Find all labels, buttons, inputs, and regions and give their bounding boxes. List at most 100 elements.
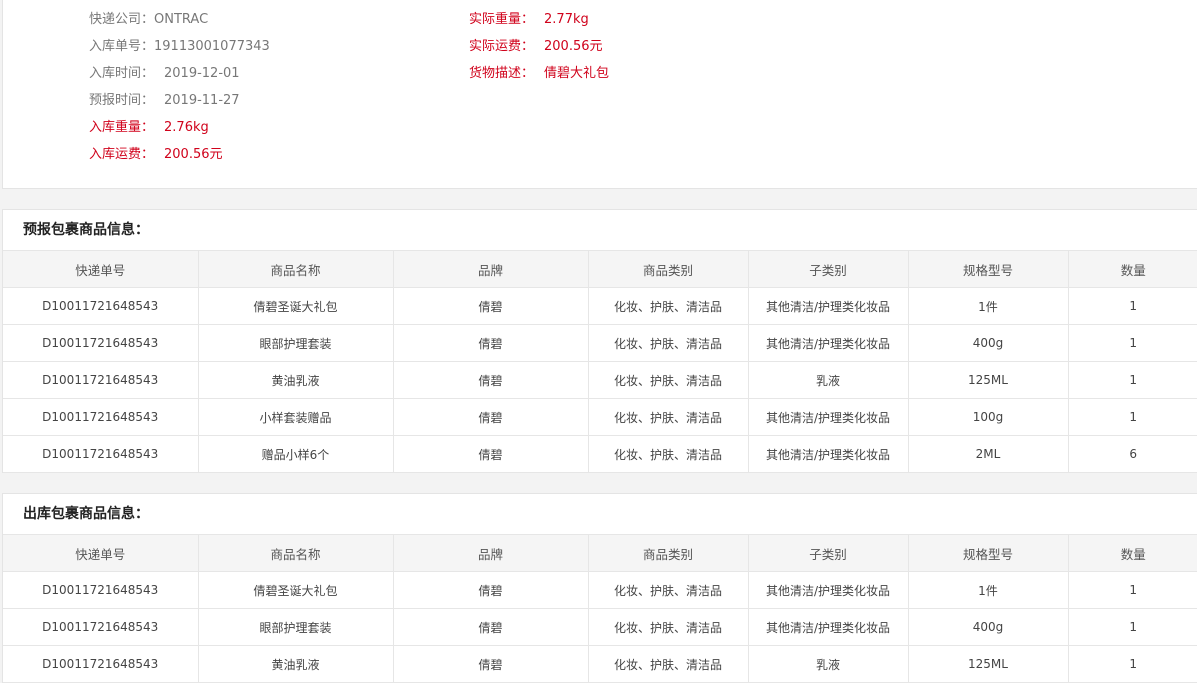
table-cell: 乳液 [747,361,909,399]
table-row: D10011721648543 黄油乳液 倩碧 化妆、护肤、清洁品 乳液 125ML 1 [3,361,1197,399]
table-cell: 400g [907,608,1069,646]
column-header: 商品类别 [587,534,749,572]
table-cell: 1 [1067,398,1197,436]
table-cell: D10011721648543 [3,324,199,362]
table-cell: 2ML [907,435,1069,473]
table-cell: 眼部护理套装 [197,608,394,646]
table-cell: 化妆、护肤、清洁品 [587,645,749,683]
column-header: 品牌 [392,250,589,288]
table-cell: 眼部护理套装 [197,324,394,362]
goods-description-label: 货物描述： [469,66,535,81]
table-row: D10011721648543 眼部护理套装 倩碧 化妆、护肤、清洁品 其他清洁/护理类… [3,608,1197,646]
inbound-time-value: 2019-12-01 [164,66,240,81]
actual-weight-value: 2.77kg [544,12,589,27]
column-header: 数量 [1067,250,1197,288]
table-cell: 化妆、护肤、清洁品 [587,608,749,646]
goods-description-value: 倩碧大礼包 [544,66,610,81]
table-cell: 倩碧 [392,435,589,473]
column-header: 规格型号 [907,250,1069,288]
table-cell: 黄油乳液 [197,645,394,683]
table-cell: 其他清洁/护理类化妆品 [747,324,909,362]
table-cell: D10011721648543 [3,287,199,325]
goods-description-field: 货物描述： 倩碧大礼包 [469,65,609,83]
column-header: 快递单号 [3,250,199,288]
table-cell: 1 [1067,571,1197,609]
column-header: 商品名称 [197,534,394,572]
inbound-weight-label: 入库重量： [89,120,155,135]
courier-company-value: ONTRAC [154,12,209,27]
table-cell: 其他清洁/护理类化妆品 [747,608,909,646]
inbound-fee-field: 入库运费： 200.56元 [89,146,223,164]
column-header: 子类别 [747,250,909,288]
forecast-time-label: 预报时间： [89,93,155,108]
table-cell: 倩碧 [392,608,589,646]
table-cell: 倩碧圣诞大礼包 [197,287,394,325]
table-cell: 倩碧 [392,324,589,362]
table-cell: 倩碧 [392,361,589,399]
table-cell: 1件 [907,571,1069,609]
forecast-time-field: 预报时间： 2019-11-27 [89,92,240,110]
table-cell: 其他清洁/护理类化妆品 [747,571,909,609]
table-cell: 化妆、护肤、清洁品 [587,398,749,436]
table-header-row: 快递单号 商品名称 品牌 商品类别 子类别 规格型号 数量 [3,250,1197,288]
actual-fee-label: 实际运费： [469,39,535,54]
inbound-number-field: 入库单号：19113001077343 [89,38,270,56]
table-cell: 1 [1067,287,1197,325]
outbound-items-panel: 出库包裹商品信息： 快递单号 商品名称 品牌 商品类别 子类别 规格型号 数量 D100117… [2,493,1197,683]
table-cell: D10011721648543 [3,398,199,436]
outbound-section-title: 出库包裹商品信息： [23,506,149,522]
table-cell: 其他清洁/护理类化妆品 [747,398,909,436]
table-cell: 其他清洁/护理类化妆品 [747,435,909,473]
table-cell: 乳液 [747,645,909,683]
table-cell: 1 [1067,361,1197,399]
outbound-items-table: 快递单号 商品名称 品牌 商品类别 子类别 规格型号 数量 D10011721648543 倩碧… [3,534,1197,683]
inbound-weight-field: 入库重量： 2.76kg [89,119,209,137]
table-cell: 1 [1067,608,1197,646]
table-cell: D10011721648543 [3,435,199,473]
predicted-items-table: 快递单号 商品名称 品牌 商品类别 子类别 规格型号 数量 D10011721648543 倩碧… [3,250,1197,473]
table-row: D10011721648543 赠品小样6个 倩碧 化妆、护肤、清洁品 其他清洁/护理类… [3,435,1197,473]
actual-fee-value: 200.56元 [544,39,603,54]
table-cell: 倩碧 [392,398,589,436]
inbound-number-label: 入库单号： [89,39,155,54]
table-cell: 400g [907,324,1069,362]
predicted-items-panel: 预报包裹商品信息： 快递单号 商品名称 品牌 商品类别 子类别 规格型号 数量 D100117… [2,209,1197,473]
inbound-time-label: 入库时间： [89,66,155,81]
column-header: 数量 [1067,534,1197,572]
table-cell: D10011721648543 [3,608,199,646]
predicted-section-title: 预报包裹商品信息： [23,222,149,238]
actual-weight-label: 实际重量： [469,12,535,27]
table-cell: 化妆、护肤、清洁品 [587,435,749,473]
table-cell: 125ML [907,645,1069,683]
courier-company-label: 快递公司： [89,12,155,27]
waybill-info-panel: 快递公司：ONTRAC 入库单号：19113001077343 入库时间： 2019-… [2,0,1197,189]
table-cell: 倩碧 [392,645,589,683]
courier-company-field: 快递公司：ONTRAC [89,11,208,29]
table-cell: 化妆、护肤、清洁品 [587,361,749,399]
table-cell: 赠品小样6个 [197,435,394,473]
column-header: 品牌 [392,534,589,572]
table-cell: 黄油乳液 [197,361,394,399]
actual-weight-field: 实际重量： 2.77kg [469,11,589,29]
column-header: 规格型号 [907,534,1069,572]
inbound-fee-label: 入库运费： [89,147,155,162]
table-cell: 125ML [907,361,1069,399]
table-cell: 100g [907,398,1069,436]
table-cell: 倩碧 [392,287,589,325]
column-header: 商品名称 [197,250,394,288]
table-cell: 化妆、护肤、清洁品 [587,571,749,609]
table-cell: 小样套装赠品 [197,398,394,436]
inbound-number-value: 19113001077343 [154,39,270,54]
table-cell: 1 [1067,324,1197,362]
inbound-time-field: 入库时间： 2019-12-01 [89,65,240,83]
table-row: D10011721648543 小样套装赠品 倩碧 化妆、护肤、清洁品 其他清洁/护理类… [3,398,1197,436]
column-header: 快递单号 [3,534,199,572]
table-cell: D10011721648543 [3,645,199,683]
table-cell: 1 [1067,645,1197,683]
table-cell: 其他清洁/护理类化妆品 [747,287,909,325]
table-header-row: 快递单号 商品名称 品牌 商品类别 子类别 规格型号 数量 [3,534,1197,572]
table-cell: 化妆、护肤、清洁品 [587,324,749,362]
column-header: 商品类别 [587,250,749,288]
table-cell: 倩碧 [392,571,589,609]
table-cell: D10011721648543 [3,361,199,399]
